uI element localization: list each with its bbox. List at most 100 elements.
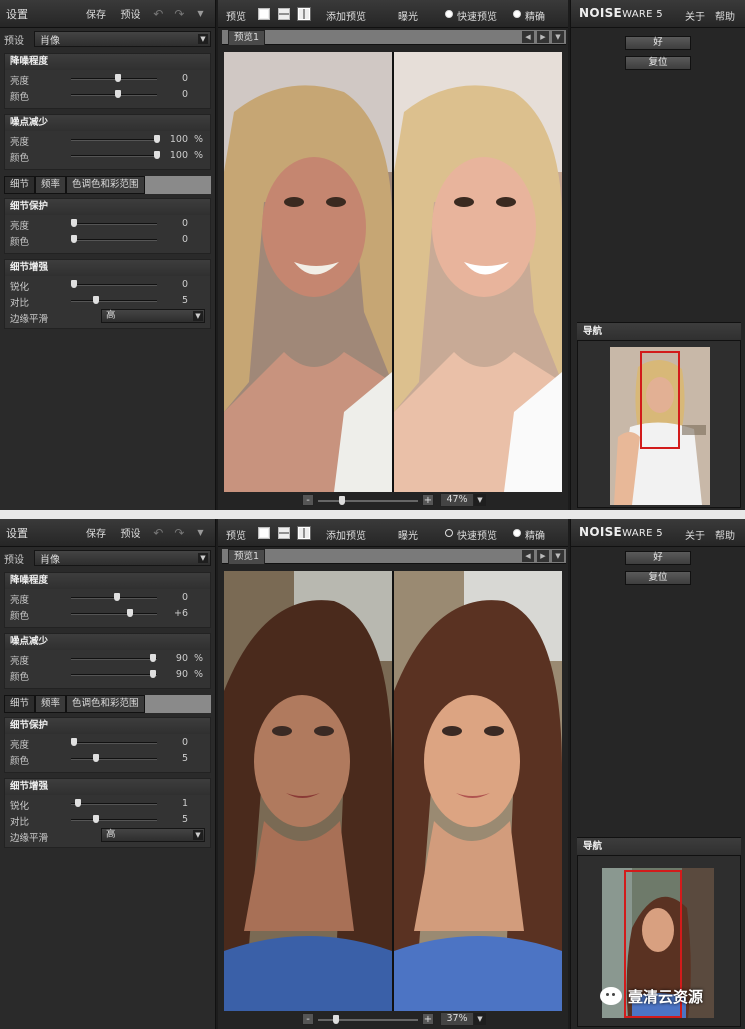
chevron-down-icon[interactable]: ▼ xyxy=(552,31,564,43)
menu-dropdown-icon[interactable]: ▼ xyxy=(190,9,211,18)
slider-thumb[interactable] xyxy=(71,235,77,243)
reset-button[interactable]: 复位 xyxy=(625,56,691,70)
quick-preview-radio[interactable] xyxy=(445,10,453,18)
slider-thumb[interactable] xyxy=(93,754,99,762)
slider-thumb[interactable] xyxy=(115,74,121,82)
preset-select[interactable]: 肖像 ▼ xyxy=(34,550,211,566)
zoom-out-button[interactable]: - xyxy=(302,494,314,506)
slider-track[interactable] xyxy=(71,223,157,225)
precise-radio[interactable] xyxy=(513,10,521,18)
slider-track[interactable] xyxy=(71,803,157,805)
reset-button[interactable]: 复位 xyxy=(625,571,691,585)
slider-thumb[interactable] xyxy=(71,219,77,227)
chevron-right-icon[interactable]: ▶ xyxy=(537,550,549,562)
tab-frequency[interactable]: 频率 xyxy=(35,695,67,713)
chevron-left-icon[interactable]: ◀ xyxy=(522,550,534,562)
detail-protect-color-row: 颜色 0 xyxy=(5,231,210,248)
about-link[interactable]: 关于 xyxy=(685,8,705,23)
slider-track[interactable] xyxy=(71,139,157,141)
save-button[interactable]: 保存 xyxy=(79,6,113,21)
exposure-button[interactable]: 曝光 xyxy=(398,8,418,23)
slider-track[interactable] xyxy=(71,94,157,96)
tab-preview-1[interactable]: 预览1 xyxy=(228,30,266,45)
edge-smooth-select[interactable]: 高 ▼ xyxy=(101,828,205,842)
split-vertical-icon[interactable] xyxy=(298,8,310,20)
split-vertical-icon[interactable] xyxy=(298,527,310,539)
split-horizontal-icon[interactable] xyxy=(278,527,290,539)
tab-color-range[interactable]: 色调色和彩范围 xyxy=(66,695,145,713)
slider-track[interactable] xyxy=(71,284,157,286)
slider-thumb[interactable] xyxy=(114,593,120,601)
chevron-right-icon[interactable]: ▶ xyxy=(537,31,549,43)
exposure-button[interactable]: 曝光 xyxy=(398,527,418,542)
preview-image[interactable] xyxy=(224,571,562,1011)
slider-thumb[interactable] xyxy=(71,280,77,288)
edge-smooth-select[interactable]: 高 ▼ xyxy=(101,309,205,323)
undo-icon[interactable]: ↶ xyxy=(148,7,169,21)
slider-track[interactable] xyxy=(71,613,157,615)
tab-detail[interactable]: 细节 xyxy=(4,695,36,713)
tab-frequency[interactable]: 频率 xyxy=(35,176,67,194)
split-horizontal-icon[interactable] xyxy=(278,8,290,20)
slider-thumb[interactable] xyxy=(71,738,77,746)
noiseware-window-bottom: 设置 保存 预设 ↶ ↷ ▼ 预设 肖像 ▼ 降噪程度 亮度 0 颜色 +6 噪… xyxy=(0,519,745,1029)
add-preview-button[interactable]: 添加预览 xyxy=(326,527,366,542)
sharpen-row: 锐化 1 xyxy=(5,795,210,812)
slider-track[interactable] xyxy=(71,239,157,241)
chevron-down-icon[interactable]: ▼ xyxy=(552,550,564,562)
help-link[interactable]: 帮助 xyxy=(715,527,735,542)
slider-thumb[interactable] xyxy=(115,90,121,98)
single-view-icon[interactable] xyxy=(258,527,270,539)
zoom-out-button[interactable]: - xyxy=(302,1013,314,1025)
chevron-left-icon[interactable]: ◀ xyxy=(522,31,534,43)
slider-thumb[interactable] xyxy=(93,815,99,823)
zoom-slider-thumb[interactable] xyxy=(333,1015,339,1024)
slider-thumb[interactable] xyxy=(75,799,81,807)
slider-track[interactable] xyxy=(71,819,157,821)
slider-track[interactable] xyxy=(71,155,157,157)
slider-track[interactable] xyxy=(71,742,157,744)
ok-button[interactable]: 好 xyxy=(625,36,691,50)
zoom-in-button[interactable]: + xyxy=(422,494,434,506)
zoom-in-button[interactable]: + xyxy=(422,1013,434,1025)
precise-radio[interactable] xyxy=(513,529,521,537)
zoom-value[interactable]: 37% xyxy=(440,1012,474,1026)
screenshot-separator xyxy=(0,510,745,519)
redo-icon[interactable]: ↷ xyxy=(169,526,190,540)
help-link[interactable]: 帮助 xyxy=(715,8,735,23)
chevron-down-icon[interactable]: ▼ xyxy=(474,494,486,506)
tab-detail[interactable]: 细节 xyxy=(4,176,36,194)
slider-track[interactable] xyxy=(71,78,157,80)
zoom-slider[interactable] xyxy=(318,500,418,502)
preset-select[interactable]: 肖像 ▼ xyxy=(34,31,211,47)
slider-track[interactable] xyxy=(71,658,157,660)
ok-button[interactable]: 好 xyxy=(625,551,691,565)
save-button[interactable]: 保存 xyxy=(79,525,113,540)
navigator-view-rect[interactable] xyxy=(640,351,680,449)
menu-dropdown-icon[interactable]: ▼ xyxy=(190,528,211,537)
redo-icon[interactable]: ↷ xyxy=(169,7,190,21)
tab-color-range[interactable]: 色调色和彩范围 xyxy=(66,176,145,194)
slider-label: 颜色 xyxy=(10,153,30,164)
chevron-down-icon[interactable]: ▼ xyxy=(474,1013,486,1025)
slider-track[interactable] xyxy=(71,300,157,302)
preset-button[interactable]: 预设 xyxy=(113,525,147,540)
about-link[interactable]: 关于 xyxy=(685,527,705,542)
tab-preview-1[interactable]: 预览1 xyxy=(228,549,266,564)
preset-button[interactable]: 预设 xyxy=(113,6,147,21)
slider-track[interactable] xyxy=(71,674,157,676)
slider-track[interactable] xyxy=(71,758,157,760)
info-header: NOISEWARE 5 关于 帮助 xyxy=(571,0,745,28)
add-preview-button[interactable]: 添加预览 xyxy=(326,8,366,23)
zoom-slider-thumb[interactable] xyxy=(339,496,345,505)
single-view-icon[interactable] xyxy=(258,8,270,20)
navigator-heading: 导航 xyxy=(577,322,741,340)
slider-thumb[interactable] xyxy=(127,609,133,617)
slider-value: 0 xyxy=(181,89,188,100)
preview-image[interactable] xyxy=(224,52,562,492)
zoom-value[interactable]: 47% xyxy=(440,493,474,507)
slider-value: 5 xyxy=(181,814,188,825)
slider-thumb[interactable] xyxy=(93,296,99,304)
quick-preview-radio[interactable] xyxy=(445,529,453,537)
undo-icon[interactable]: ↶ xyxy=(148,526,169,540)
